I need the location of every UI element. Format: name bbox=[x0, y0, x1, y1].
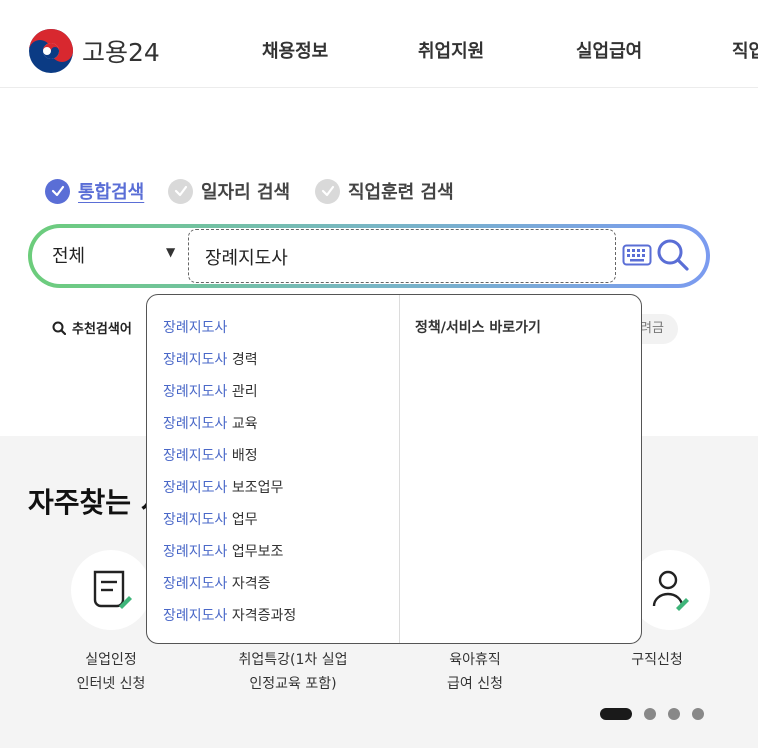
search-scope-select[interactable]: 전체 bbox=[52, 242, 85, 268]
recommended-keywords: 추천검색어 bbox=[52, 318, 132, 337]
caret-down-icon[interactable]: ▼ bbox=[166, 245, 175, 259]
tab-integrated-search[interactable]: 통합검색 bbox=[45, 178, 144, 204]
check-circle-icon bbox=[168, 178, 193, 204]
nav-item-vocational[interactable]: 직업 bbox=[732, 37, 758, 63]
carousel-dot[interactable] bbox=[668, 708, 680, 720]
service-label-unemployment-recognition[interactable]: 실업인정 인터넷 신청 bbox=[31, 648, 191, 696]
suggestion-item[interactable]: 장례지도사 자격증 bbox=[163, 573, 271, 593]
suggestion-item[interactable]: 장례지도사 관리 bbox=[163, 381, 258, 401]
search-input[interactable]: 장례지도사 bbox=[188, 229, 616, 283]
document-pen-icon bbox=[93, 570, 132, 609]
search-query-text: 장례지도사 bbox=[205, 248, 288, 269]
service-label-childcare-leave[interactable]: 육아휴직 급여 신청 bbox=[395, 648, 555, 696]
dropdown-divider bbox=[399, 295, 400, 643]
search-icon bbox=[52, 321, 66, 335]
suggestion-item[interactable]: 장례지도사 업무 bbox=[163, 509, 258, 529]
tab-label: 일자리 검색 bbox=[201, 182, 291, 203]
check-circle-icon bbox=[315, 178, 340, 204]
suggestion-item[interactable]: 장례지도사 배정 bbox=[163, 445, 258, 465]
carousel-dot-active[interactable] bbox=[600, 708, 632, 720]
carousel-pagination bbox=[600, 708, 716, 720]
search-box: 전체 ▼ 장례지도사 bbox=[28, 224, 710, 288]
suggestion-item[interactable]: 장례지도사 업무보조 bbox=[163, 541, 283, 561]
site-logo[interactable]: 고용24 bbox=[28, 28, 160, 74]
tab-training-search[interactable]: 직업훈련 검색 bbox=[315, 178, 454, 204]
tab-label: 직업훈련 검색 bbox=[348, 182, 454, 203]
service-label-lecture[interactable]: 취업특강(1차 실업 인정교육 포함) bbox=[213, 648, 373, 696]
keyboard-icon[interactable] bbox=[622, 244, 652, 266]
nav-item-jobs[interactable]: 채용정보 bbox=[262, 37, 328, 63]
suggestion-item[interactable]: 장례지도사 보조업무 bbox=[163, 477, 283, 497]
logo-text: 고용24 bbox=[82, 38, 160, 67]
policy-shortcut-title: 정책/서비스 바로가기 bbox=[415, 320, 541, 336]
service-card-job-application[interactable] bbox=[630, 550, 710, 630]
site-header: 고용24 채용정보 취업지원 실업급여 직업 bbox=[0, 0, 758, 88]
carousel-dot[interactable] bbox=[692, 708, 704, 720]
nav-item-employment-support[interactable]: 취업지원 bbox=[418, 37, 484, 63]
tab-label: 통합검색 bbox=[78, 182, 145, 203]
suggestion-item[interactable]: 장례지도사 경력 bbox=[163, 349, 258, 369]
search-inner: 전체 ▼ 장례지도사 bbox=[32, 228, 706, 284]
recommend-label: 추천검색어 bbox=[72, 322, 132, 337]
autocomplete-dropdown: 장례지도사 장례지도사 경력 장례지도사 관리 장례지도사 교육 장례지도사 배… bbox=[146, 294, 642, 644]
taegeuk-logo-icon bbox=[29, 29, 73, 73]
suggestion-item[interactable]: 장례지도사 자격증과정 bbox=[163, 605, 296, 625]
service-card-unemployment-recognition[interactable] bbox=[71, 550, 151, 630]
check-circle-icon bbox=[45, 178, 70, 204]
nav-item-unemployment-benefit[interactable]: 실업급여 bbox=[576, 37, 642, 63]
suggestion-item[interactable]: 장례지도사 bbox=[163, 317, 227, 337]
tab-job-search[interactable]: 일자리 검색 bbox=[168, 178, 290, 204]
person-pen-icon bbox=[652, 570, 689, 611]
search-icon[interactable] bbox=[656, 238, 690, 272]
suggestion-item[interactable]: 장례지도사 교육 bbox=[163, 413, 258, 433]
carousel-dot[interactable] bbox=[644, 708, 656, 720]
service-label-job-application[interactable]: 구직신청 bbox=[577, 648, 737, 672]
